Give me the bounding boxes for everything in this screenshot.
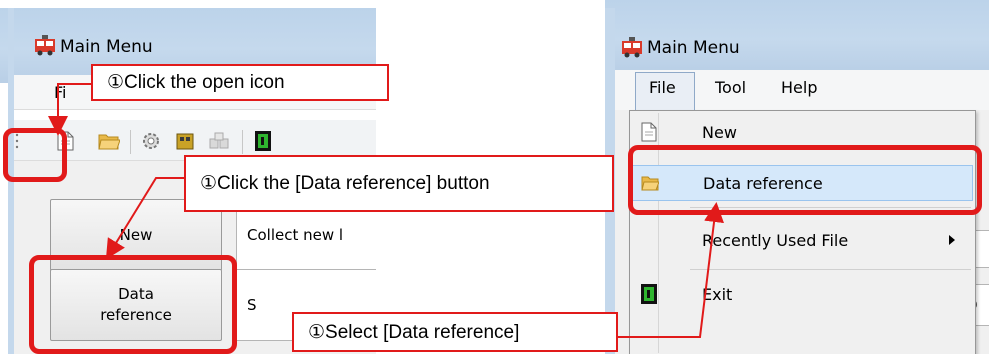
menu-tool[interactable]: Tool <box>715 78 746 97</box>
cube-icon[interactable] <box>174 130 196 152</box>
window-title: Main Menu <box>60 37 153 57</box>
menu-separator <box>690 269 971 270</box>
new-file-icon <box>641 122 657 142</box>
app-icon <box>35 35 55 56</box>
title-bar <box>605 0 989 72</box>
menu-item-recently-used-file[interactable]: Recently Used File <box>632 223 973 257</box>
highlight-data-reference-menu-item <box>628 145 982 215</box>
submenu-arrow-icon <box>949 235 955 245</box>
toolbar-separator <box>242 130 243 154</box>
menu-file-partial[interactable]: Fi <box>54 83 66 102</box>
menu-bar: File Tool Help <box>615 70 989 111</box>
gear-icon[interactable] <box>140 130 162 152</box>
exit-icon[interactable] <box>252 130 274 152</box>
app-icon <box>622 37 642 58</box>
menu-help[interactable]: Help <box>781 78 817 97</box>
callout-data-reference-button: ①Click the [Data reference] button <box>184 155 614 212</box>
window-title: Main Menu <box>647 38 740 58</box>
menu-file[interactable]: File <box>649 78 676 97</box>
exit-icon <box>641 284 657 304</box>
blocks-icon[interactable] <box>208 130 230 152</box>
toolbar-separator <box>130 130 131 154</box>
highlight-data-reference-button <box>29 255 237 354</box>
menu-item-exit[interactable]: Exit <box>632 277 973 311</box>
highlight-grip <box>3 128 67 182</box>
open-folder-icon[interactable] <box>98 130 120 152</box>
menu-item-new[interactable]: New <box>632 115 973 149</box>
callout-select-data-reference: ①Select [Data reference] <box>292 312 618 352</box>
callout-open-icon: ①Click the open icon <box>91 64 389 101</box>
